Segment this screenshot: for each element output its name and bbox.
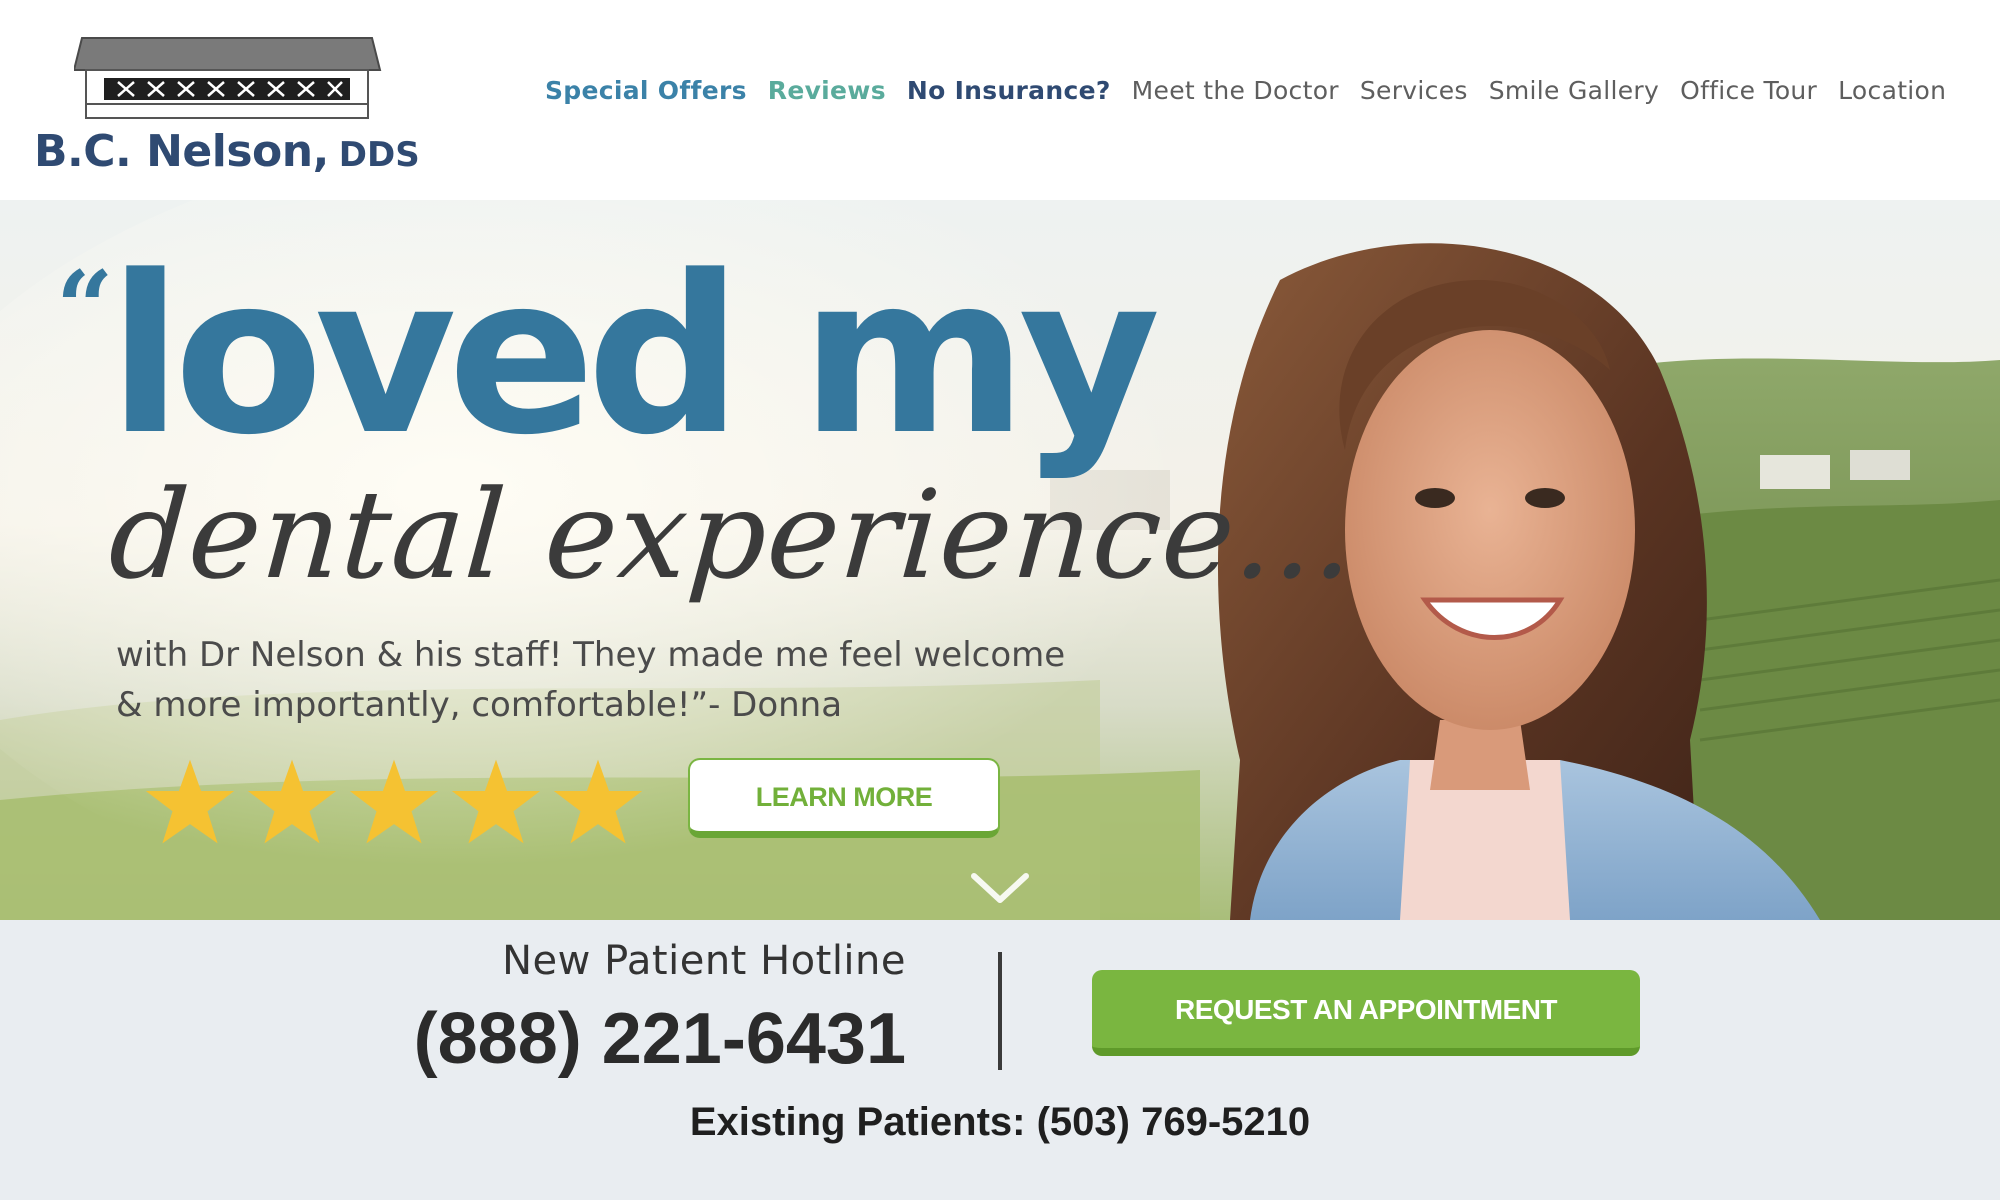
request-appointment-button[interactable]: REQUEST AN APPOINTMENT	[1092, 970, 1640, 1056]
star-icon	[553, 759, 643, 844]
nav-smile-gallery[interactable]: Smile Gallery	[1489, 76, 1659, 105]
hotline-label: New Patient Hotline	[502, 938, 906, 984]
contact-bar: New Patient Hotline (888) 221-6431 REQUE…	[0, 920, 2000, 1200]
nav-no-insurance[interactable]: No Insurance?	[907, 76, 1111, 105]
chevron-down-icon[interactable]	[970, 872, 1030, 906]
logo-suffix: DDS	[338, 135, 420, 175]
star-icon	[451, 759, 541, 844]
hotline-phone-link[interactable]: (888) 221-6431	[380, 998, 906, 1080]
star-icon	[247, 759, 337, 844]
nav-special-offers[interactable]: Special Offers	[545, 76, 747, 105]
nav-services[interactable]: Services	[1360, 76, 1468, 105]
logo-wordmark: B.C. Nelson, DDS	[34, 126, 420, 177]
site-header: B.C. Nelson, DDS Special Offers Reviews N…	[0, 0, 2000, 200]
logo-name: B.C. Nelson,	[34, 126, 329, 177]
star-rating	[144, 756, 654, 848]
learn-more-button[interactable]: LEARN MORE	[688, 758, 1000, 838]
nav-reviews[interactable]: Reviews	[768, 76, 886, 105]
testimonial-text: with Dr Nelson & his staff! They made me…	[116, 635, 1066, 725]
quote-mark: “	[56, 249, 114, 367]
hero-banner: “ loved my dental experience... with Dr …	[0, 200, 2000, 920]
existing-patients-phone[interactable]: Existing Patients: (503) 769-5210	[0, 1100, 2000, 1145]
star-icon	[145, 759, 235, 844]
star-icon	[349, 759, 439, 844]
nav-meet-the-doctor[interactable]: Meet the Doctor	[1132, 76, 1339, 105]
building-logo-icon	[74, 37, 382, 119]
hero-headline: loved my	[108, 230, 1161, 483]
divider	[998, 952, 1002, 1070]
site-logo[interactable]: B.C. Nelson, DDS	[30, 28, 440, 178]
nav-location[interactable]: Location	[1838, 76, 1946, 105]
main-nav: Special Offers Reviews No Insurance? Mee…	[545, 76, 1946, 105]
hero-script-headline: dental experience...	[105, 464, 1360, 606]
nav-office-tour[interactable]: Office Tour	[1680, 76, 1817, 105]
